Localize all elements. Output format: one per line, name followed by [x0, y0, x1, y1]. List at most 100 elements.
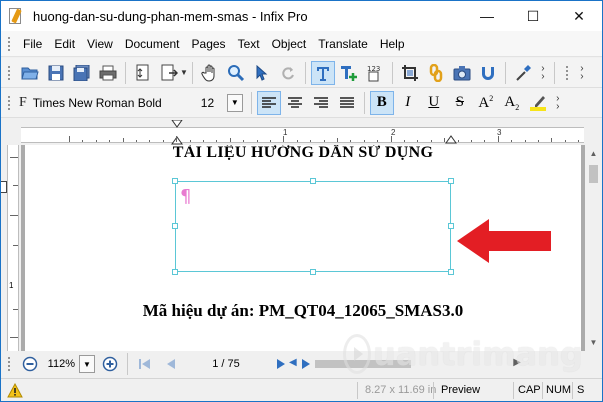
resize-handle[interactable]	[448, 178, 454, 184]
save-button[interactable]	[44, 61, 68, 85]
link-button[interactable]	[424, 61, 448, 85]
document-page[interactable]: TÀI LIỆU HƯỚNG DẪN SỬ DỤNG ¶ Mã hiệu dự …	[25, 145, 581, 351]
print-button[interactable]	[96, 61, 120, 85]
highlight-button[interactable]	[526, 91, 550, 115]
align-center-button[interactable]	[283, 91, 307, 115]
font-size-dropdown-button[interactable]: ▼	[226, 93, 243, 112]
infix-app-icon[interactable]	[7, 7, 25, 25]
add-text-button[interactable]	[337, 61, 361, 85]
menu-translate[interactable]: Translate	[312, 31, 374, 57]
menu-view[interactable]: View	[81, 31, 119, 57]
resize-handle[interactable]	[172, 223, 178, 229]
next-page-button[interactable]	[271, 354, 291, 374]
menu-file[interactable]: File	[17, 31, 48, 57]
scroll-right-icon[interactable]: ▶	[513, 357, 521, 368]
toolbar-overflow-icon[interactable]: › ›	[575, 63, 589, 81]
toolbar-separator	[504, 61, 506, 84]
page-properties-button[interactable]	[131, 61, 155, 85]
align-left-button[interactable]	[256, 90, 281, 115]
subscript-button[interactable]: A2	[500, 91, 524, 115]
italic-button[interactable]: I	[396, 91, 420, 115]
title-bar[interactable]: huong-dan-su-dung-phan-mem-smas - Infix …	[1, 1, 602, 31]
project-code-text[interactable]: Mã hiệu dự án: PM_QT04_12065_SMAS3.0	[25, 301, 581, 321]
save-as-button[interactable]	[70, 61, 94, 85]
text-tool-button[interactable]	[310, 60, 335, 85]
align-left-icon	[261, 96, 276, 108]
resize-handle[interactable]	[310, 178, 316, 184]
scroll-thumb[interactable]	[589, 165, 598, 183]
menu-document[interactable]: Document	[119, 31, 186, 57]
ruler-tick	[95, 140, 97, 142]
ruler-tick	[296, 140, 298, 142]
resize-handle[interactable]	[310, 269, 316, 275]
scroll-up-icon[interactable]: ▲	[585, 145, 602, 162]
scroll-down-icon[interactable]: ▼	[585, 334, 602, 351]
resize-handle[interactable]	[172, 269, 178, 275]
chevron-down-icon[interactable]: ▼	[180, 68, 188, 77]
first-page-button[interactable]	[135, 354, 155, 374]
justify-button[interactable]	[335, 91, 359, 115]
toolbar-grip-icon[interactable]	[7, 94, 11, 111]
vertical-ruler[interactable]: 1	[1, 145, 21, 351]
font-size-combo[interactable]: 12	[187, 92, 227, 114]
hand-tool-button[interactable]	[198, 61, 222, 85]
resize-handle[interactable]	[172, 178, 178, 184]
horizontal-ruler[interactable]: 1 2 3	[21, 120, 584, 145]
menu-grip-icon[interactable]	[7, 35, 11, 52]
indent-marker-icon[interactable]	[171, 120, 183, 146]
open-folder-button[interactable]	[18, 61, 42, 85]
align-center-icon	[287, 96, 302, 108]
underline-button[interactable]: U	[422, 91, 446, 115]
vertical-scrollbar[interactable]: ▲ ▼	[585, 145, 602, 351]
nav-grip-icon[interactable]	[7, 356, 11, 372]
app-window: huong-dan-su-dung-phan-mem-smas - Infix …	[0, 0, 603, 402]
page-indicator[interactable]: 1 / 75	[198, 358, 254, 370]
menu-pages[interactable]: Pages	[186, 31, 232, 57]
close-button[interactable]: ✕	[556, 1, 602, 31]
font-name-combo[interactable]: Times New Roman Bold	[31, 92, 187, 114]
menu-help[interactable]: Help	[374, 31, 411, 57]
horizontal-scrollbar[interactable]: ◀ ▶	[289, 355, 521, 372]
superscript-button[interactable]: A2	[474, 91, 498, 115]
insert-page-button[interactable]	[157, 61, 181, 85]
document-canvas[interactable]: TÀI LIỆU HƯỚNG DẪN SỬ DỤNG ¶ Mã hiệu dự …	[21, 145, 585, 351]
resize-handle[interactable]	[448, 269, 454, 275]
menu-edit[interactable]: Edit	[48, 31, 81, 57]
menu-text[interactable]: Text	[232, 31, 266, 57]
magnet-button[interactable]	[476, 61, 500, 85]
previous-page-button[interactable]	[161, 354, 181, 374]
minus-circle-icon	[22, 356, 38, 372]
top-margin-marker-icon[interactable]	[1, 181, 7, 193]
toolbar-grip-icon[interactable]	[564, 64, 569, 81]
align-right-button[interactable]	[309, 91, 333, 115]
toolbar-overflow-icon[interactable]: › ›	[551, 93, 565, 111]
warning-icon[interactable]	[7, 383, 23, 399]
selected-text-box[interactable]: ¶	[172, 178, 454, 275]
scroll-left-icon[interactable]: ◀	[289, 357, 297, 368]
rotate-button[interactable]	[276, 61, 300, 85]
zoom-dropdown-button[interactable]: ▼	[79, 355, 95, 373]
toolbar-grip-icon[interactable]	[7, 64, 11, 81]
right-indent-marker-icon[interactable]	[445, 132, 457, 144]
page-size-status: 8.27 x 11.69 in	[365, 384, 437, 396]
resize-handle[interactable]	[448, 223, 454, 229]
bold-button[interactable]: B	[369, 90, 394, 115]
numbering-button[interactable]: 123	[363, 61, 387, 85]
zoom-level[interactable]: 112%	[43, 358, 75, 370]
maximize-button[interactable]: ☐	[510, 1, 556, 31]
camera-button[interactable]	[450, 61, 474, 85]
superscript-icon: A2	[478, 93, 494, 111]
crop-button[interactable]	[398, 61, 422, 85]
horizontal-scroll-thumb[interactable]	[315, 360, 411, 368]
minimize-button[interactable]: —	[464, 1, 510, 31]
strikethrough-button[interactable]: S	[448, 91, 472, 115]
document-title-text[interactable]: TÀI LIỆU HƯỚNG DẪN SỬ DỤNG	[25, 145, 581, 161]
zoom-tool-button[interactable]	[224, 61, 248, 85]
menu-object[interactable]: Object	[266, 31, 313, 57]
zoom-out-button[interactable]	[20, 354, 40, 374]
eyedropper-button[interactable]	[511, 61, 535, 85]
zoom-in-button[interactable]	[100, 354, 120, 374]
select-tool-button[interactable]	[250, 61, 274, 85]
toolbar-overflow-icon[interactable]: › ›	[536, 63, 550, 81]
format-toolbar: F Times New Roman Bold 12 ▼ B I U S A2 A…	[1, 88, 602, 118]
